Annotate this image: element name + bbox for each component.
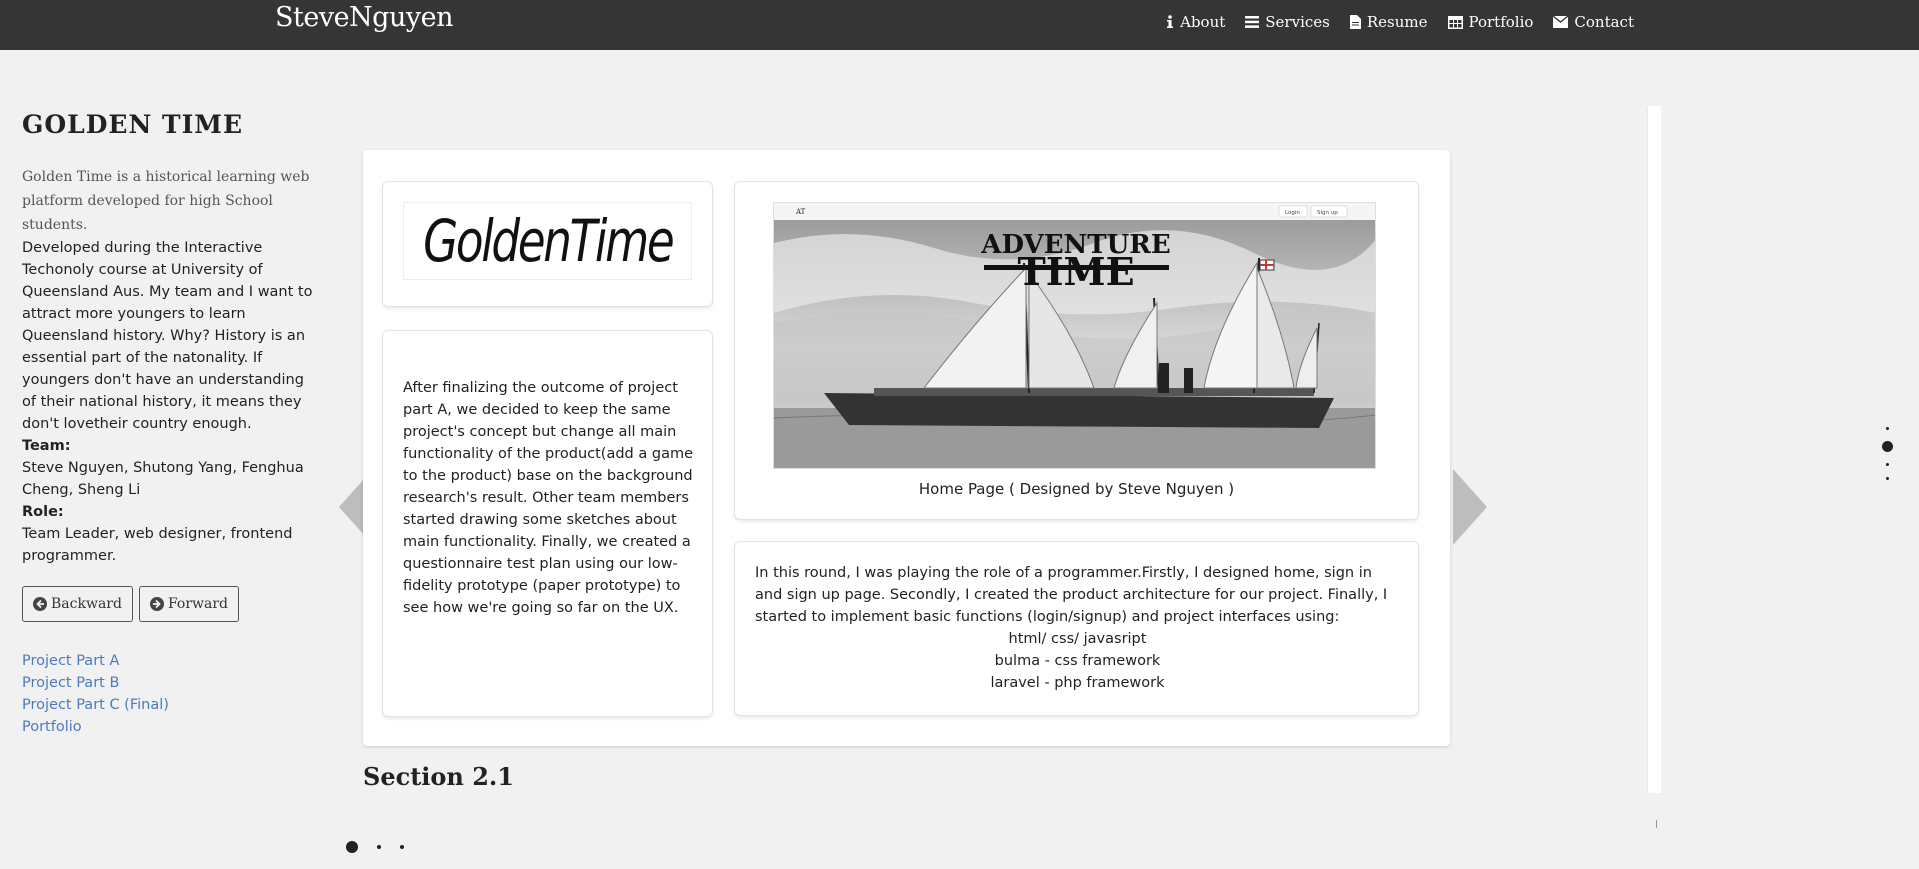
arrow-right-circle-icon xyxy=(149,597,164,611)
nav-item-label: Resume xyxy=(1366,13,1428,31)
project-sidebar: GOLDEN TIME Golden Time is a historical … xyxy=(22,110,322,738)
tech-item: bulma - css framework xyxy=(994,653,1161,669)
envelope-icon xyxy=(1553,16,1569,28)
golden-time-logo: GoldenTime xyxy=(403,202,692,280)
nav-item-contact[interactable]: Contact xyxy=(1553,13,1634,31)
logo-text: GoldenTime xyxy=(422,207,675,275)
process-card: After finalizing the outcome of project … xyxy=(383,331,712,716)
process-text: After finalizing the outcome of project … xyxy=(403,380,693,616)
section-dot-1[interactable] xyxy=(1886,427,1889,430)
description-text: Developed during the Interactive Techono… xyxy=(22,240,313,432)
project-title: GOLDEN TIME xyxy=(22,110,244,139)
backward-button[interactable]: Backward xyxy=(22,586,133,622)
backward-label: Backward xyxy=(51,596,122,612)
link-project-part-b[interactable]: Project Part B xyxy=(22,672,322,694)
logo-card: GoldenTime xyxy=(383,182,712,306)
role-value: Team Leader, web designer, frontend prog… xyxy=(22,526,293,564)
screenshot-login-label: Login xyxy=(1285,210,1300,216)
role-paragraph: In this round, I was playing the role of… xyxy=(755,565,1388,625)
section-dot-3[interactable] xyxy=(1886,463,1889,466)
carousel-next-arrow[interactable] xyxy=(1453,469,1487,545)
info-icon xyxy=(1167,15,1174,28)
section-dot-2[interactable] xyxy=(1882,441,1893,452)
nav-item-label: Services xyxy=(1265,13,1330,31)
next-section-panel xyxy=(1647,106,1661,793)
nav-item-services[interactable]: Services xyxy=(1245,13,1330,31)
nav-item-resume[interactable]: Resume xyxy=(1349,13,1428,31)
link-portfolio[interactable]: Portfolio xyxy=(22,716,322,738)
nav-item-label: About xyxy=(1180,13,1226,31)
top-navbar: SteveNguyen About Services Resume Portfo… xyxy=(0,0,1919,50)
slide-indicator xyxy=(346,841,404,853)
slide-dot-2[interactable] xyxy=(377,845,381,849)
tech-item: laravel - php framework xyxy=(990,675,1165,691)
slide-dot-1[interactable] xyxy=(346,841,358,853)
nav-item-about[interactable]: About xyxy=(1166,13,1225,31)
role-label: Role: xyxy=(22,504,64,520)
arrow-left-circle-icon xyxy=(33,597,47,611)
screenshot-caption: Home Page ( Designed by Steve Nguyen ) xyxy=(918,480,1235,498)
project-links: Project Part A Project Part B Project Pa… xyxy=(22,650,322,738)
nav-item-portfolio[interactable]: Portfolio xyxy=(1447,13,1534,31)
nav-item-label: Portfolio xyxy=(1468,13,1534,31)
tech-item: html/ css/ javasript xyxy=(1008,631,1147,647)
screenshot-card: AT Login Sign up ADVENTURE TIME Home Pag… xyxy=(735,182,1418,519)
project-carousel: GoldenTime After finalizing the outcome … xyxy=(363,150,1450,746)
section-indicator xyxy=(1882,427,1893,480)
document-icon xyxy=(1349,15,1361,29)
role-card: In this round, I was playing the role of… xyxy=(735,542,1418,715)
role-description: In this round, I was playing the role of… xyxy=(755,562,1400,694)
nav-item-label: Contact xyxy=(1574,13,1634,31)
brand-logo[interactable]: SteveNguyen xyxy=(275,2,453,33)
forward-label: Forward xyxy=(167,596,229,612)
grid-icon xyxy=(1447,15,1463,29)
section-dot-4[interactable] xyxy=(1886,477,1889,480)
forward-button[interactable]: Forward xyxy=(138,586,240,622)
nav-buttons: Backward Forward xyxy=(22,586,322,622)
section-label: Section 2.1 xyxy=(363,762,514,791)
project-description: Developed during the Interactive Techono… xyxy=(22,237,322,567)
nav-menu: About Services Resume Portfolio Contact xyxy=(1166,13,1634,31)
screenshot-title-line2: TIME xyxy=(1017,249,1134,294)
link-project-part-c[interactable]: Project Part C (Final) xyxy=(22,694,322,716)
team-members: Steve Nguyen, Shutong Yang, Fenghua Chen… xyxy=(22,460,304,498)
panel-marker xyxy=(1656,820,1657,828)
team-label: Team: xyxy=(22,438,71,454)
home-page-screenshot: AT Login Sign up ADVENTURE TIME xyxy=(773,202,1376,469)
mini-logo: AT xyxy=(795,208,806,216)
list-icon xyxy=(1245,16,1260,28)
link-project-part-a[interactable]: Project Part A xyxy=(22,650,322,672)
screenshot-signup-label: Sign up xyxy=(1317,210,1338,216)
project-intro: Golden Time is a historical learning web… xyxy=(22,169,310,233)
slide-dot-3[interactable] xyxy=(400,845,404,849)
